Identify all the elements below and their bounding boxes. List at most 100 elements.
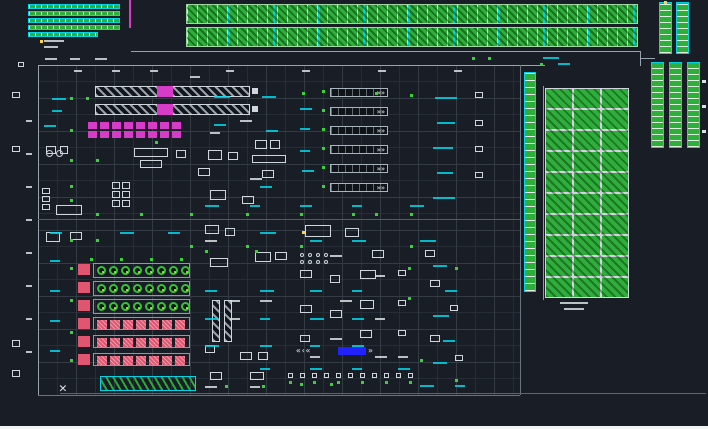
machine-block — [110, 356, 120, 365]
workstation-center — [174, 307, 176, 309]
machine-block — [136, 338, 146, 347]
text-greeked — [445, 290, 457, 292]
machine-block — [175, 356, 185, 365]
equipment-outline — [398, 300, 406, 306]
rack-row — [28, 11, 120, 16]
text-greeked — [260, 345, 272, 347]
text-greeked — [26, 351, 32, 353]
flow-arrow-row: »» — [330, 107, 388, 116]
grid-line-h-minor — [38, 279, 520, 280]
text-greeked — [410, 205, 424, 207]
grid-line-h — [38, 230, 520, 231]
text-greeked — [44, 40, 64, 42]
green-marker — [313, 381, 316, 384]
equipment-outline — [300, 373, 305, 378]
structural-line — [38, 219, 520, 220]
green-marker — [70, 97, 73, 100]
green-marker — [472, 57, 475, 60]
green-marker — [70, 159, 73, 162]
machine-block — [136, 320, 146, 329]
workstation-center — [150, 271, 152, 273]
equipment-outline — [134, 148, 168, 157]
workstation-symbol — [157, 284, 166, 293]
filled-block — [702, 105, 706, 108]
text-greeked — [443, 340, 455, 342]
green-marker — [322, 166, 325, 169]
machine-cell — [136, 131, 145, 138]
workstation-center — [162, 289, 164, 291]
text-greeked — [95, 58, 107, 60]
filled-block — [78, 336, 90, 347]
green-marker — [540, 63, 543, 66]
text-greeked — [230, 318, 240, 320]
workstation-symbol — [133, 266, 142, 275]
text-greeked — [302, 70, 310, 72]
text-greeked — [70, 58, 80, 60]
workstation-center — [138, 271, 140, 273]
text-greeked — [260, 300, 272, 302]
round-symbol — [56, 150, 63, 157]
text-greeked — [26, 252, 32, 254]
equipment-outline — [360, 300, 374, 309]
equipment-outline — [348, 373, 353, 378]
workstation-row — [93, 281, 190, 296]
text-greeked — [310, 290, 322, 292]
equipment-outline — [360, 373, 365, 378]
filled-block — [78, 282, 90, 293]
flow-arrow-right: » — [368, 347, 373, 355]
text-greeked — [310, 345, 320, 347]
equipment-outline — [450, 305, 458, 311]
cad-warehouse-floor-plan[interactable]: »»»»»»»»»»»»«‹«»✕ — [0, 0, 708, 429]
equipment-outline — [455, 355, 463, 361]
text-greeked — [168, 232, 180, 234]
equipment-outline — [300, 270, 312, 278]
filled-block — [157, 86, 173, 97]
equipment-outline — [398, 270, 406, 276]
text-greeked — [300, 128, 310, 130]
equipment-outline — [372, 373, 377, 378]
green-marker — [262, 385, 265, 388]
selected-entity[interactable] — [338, 347, 366, 355]
structural-line — [131, 51, 640, 52]
text-greeked — [352, 240, 366, 242]
round-symbol — [316, 260, 320, 264]
text-greeked — [266, 130, 278, 132]
machine-cell — [172, 122, 181, 129]
machine-cell — [100, 122, 109, 129]
equipment-outline — [425, 250, 435, 257]
workstation-symbol — [145, 266, 154, 275]
green-marker — [225, 385, 228, 388]
round-symbol — [300, 253, 304, 257]
text-greeked — [454, 70, 462, 72]
text-greeked — [300, 150, 310, 152]
green-marker — [322, 90, 325, 93]
equipment-outline — [312, 373, 317, 378]
grid-line-h-minor — [38, 246, 520, 247]
grid-line-h — [38, 296, 520, 297]
equipment-outline — [112, 191, 120, 198]
workstation-symbol — [97, 266, 106, 275]
equipment-outline — [324, 373, 329, 378]
workstation-symbol — [121, 266, 130, 275]
text-greeked — [44, 125, 56, 127]
text-greeked — [433, 362, 447, 364]
green-marker — [70, 129, 73, 132]
workstation-center — [114, 307, 116, 309]
rack-row — [28, 4, 120, 9]
text-greeked — [378, 70, 386, 72]
equipment-outline — [288, 373, 293, 378]
grid-line-h-minor — [38, 81, 520, 82]
green-marker — [385, 381, 388, 384]
text-greeked — [310, 240, 322, 242]
green-marker — [410, 213, 413, 216]
structural-line — [520, 65, 521, 395]
round-symbol — [308, 253, 312, 257]
green-marker — [190, 213, 193, 216]
text-greeked — [205, 345, 219, 347]
filled-block — [78, 318, 90, 329]
workstation-center — [126, 289, 128, 291]
workstation-center — [126, 307, 128, 309]
machine-block — [149, 356, 159, 365]
machine-block — [149, 320, 159, 329]
text-greeked — [50, 320, 60, 322]
